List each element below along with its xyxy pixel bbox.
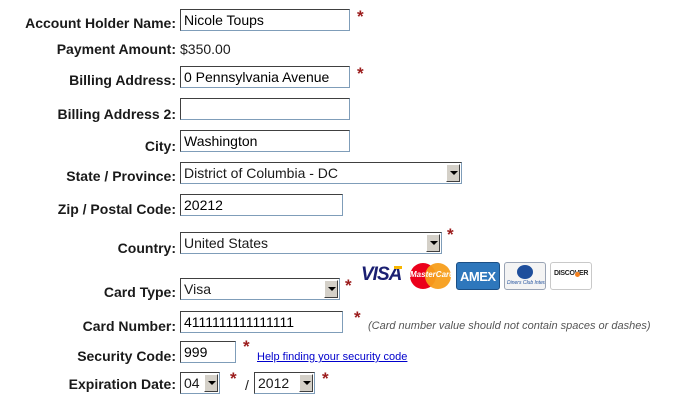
discover-dot <box>575 272 580 277</box>
expiration-year-value: 2012 <box>258 375 290 391</box>
billing-address2-input[interactable] <box>180 98 350 120</box>
required-marker: * <box>345 276 352 295</box>
billing-address-label: Billing Address: <box>69 72 176 88</box>
state-label: State / Province: <box>66 168 176 184</box>
payment-amount-value: $350.00 <box>180 41 231 57</box>
payment-amount-label: Payment Amount: <box>56 41 176 57</box>
state-select-value: District of Columbia - DC <box>184 165 339 181</box>
chevron-down-icon[interactable] <box>446 164 460 182</box>
required-marker: * <box>357 7 364 26</box>
account-holder-label: Account Holder Name: <box>25 15 176 31</box>
required-marker: * <box>243 337 250 356</box>
security-code-label: Security Code: <box>77 348 176 364</box>
discover-logo: DISCOVER <box>550 262 592 290</box>
diners-club-logo: Diners Club International <box>504 262 546 290</box>
chevron-down-icon[interactable] <box>299 374 313 392</box>
billing-address-input[interactable] <box>180 66 350 88</box>
city-input[interactable] <box>180 130 350 152</box>
date-separator: / <box>245 377 249 393</box>
expiration-year-select[interactable]: 2012 <box>254 372 315 394</box>
required-marker: * <box>322 369 329 388</box>
visa-accent <box>394 266 402 269</box>
visa-logo: VISA <box>360 262 404 290</box>
card-type-label: Card Type: <box>103 284 176 300</box>
country-select[interactable]: United States <box>180 232 442 254</box>
required-marker: * <box>357 64 364 83</box>
card-number-note: (Card number value should not contain sp… <box>368 320 651 332</box>
state-select[interactable]: District of Columbia - DC <box>180 162 462 184</box>
security-code-input[interactable] <box>180 341 236 363</box>
amex-logo: AMEX <box>456 262 500 290</box>
card-type-select-value: Visa <box>184 281 211 297</box>
expiration-month-value: 04 <box>184 375 200 391</box>
amex-logo-text: AMEX <box>460 269 496 284</box>
expiration-date-label: Expiration Date: <box>68 376 176 392</box>
card-type-select[interactable]: Visa <box>180 278 340 300</box>
required-marker: * <box>354 308 361 327</box>
city-label: City: <box>144 138 176 154</box>
zip-input[interactable] <box>180 194 343 216</box>
diners-logo-text: Diners Club International <box>507 280 545 286</box>
zip-label: Zip / Postal Code: <box>57 201 176 217</box>
required-marker: * <box>447 225 454 244</box>
country-select-value: United States <box>184 235 269 251</box>
chevron-down-icon[interactable] <box>426 234 440 252</box>
mastercard-logo: MasterCard <box>408 262 452 290</box>
country-label: Country: <box>117 240 176 256</box>
chevron-down-icon[interactable] <box>204 374 218 392</box>
card-number-input[interactable] <box>180 311 343 333</box>
expiration-month-select[interactable]: 04 <box>180 372 220 394</box>
card-number-label: Card Number: <box>82 318 176 334</box>
discover-logo-text: DISCOVER <box>554 270 589 277</box>
diners-circle <box>517 265 533 279</box>
account-holder-input[interactable] <box>180 9 350 31</box>
security-code-help-link[interactable]: Help finding your security code <box>257 351 407 363</box>
required-marker: * <box>230 369 237 388</box>
billing-address2-label: Billing Address 2: <box>57 106 176 122</box>
chevron-down-icon[interactable] <box>324 280 338 298</box>
mastercard-logo-text: MasterCard <box>410 270 452 279</box>
